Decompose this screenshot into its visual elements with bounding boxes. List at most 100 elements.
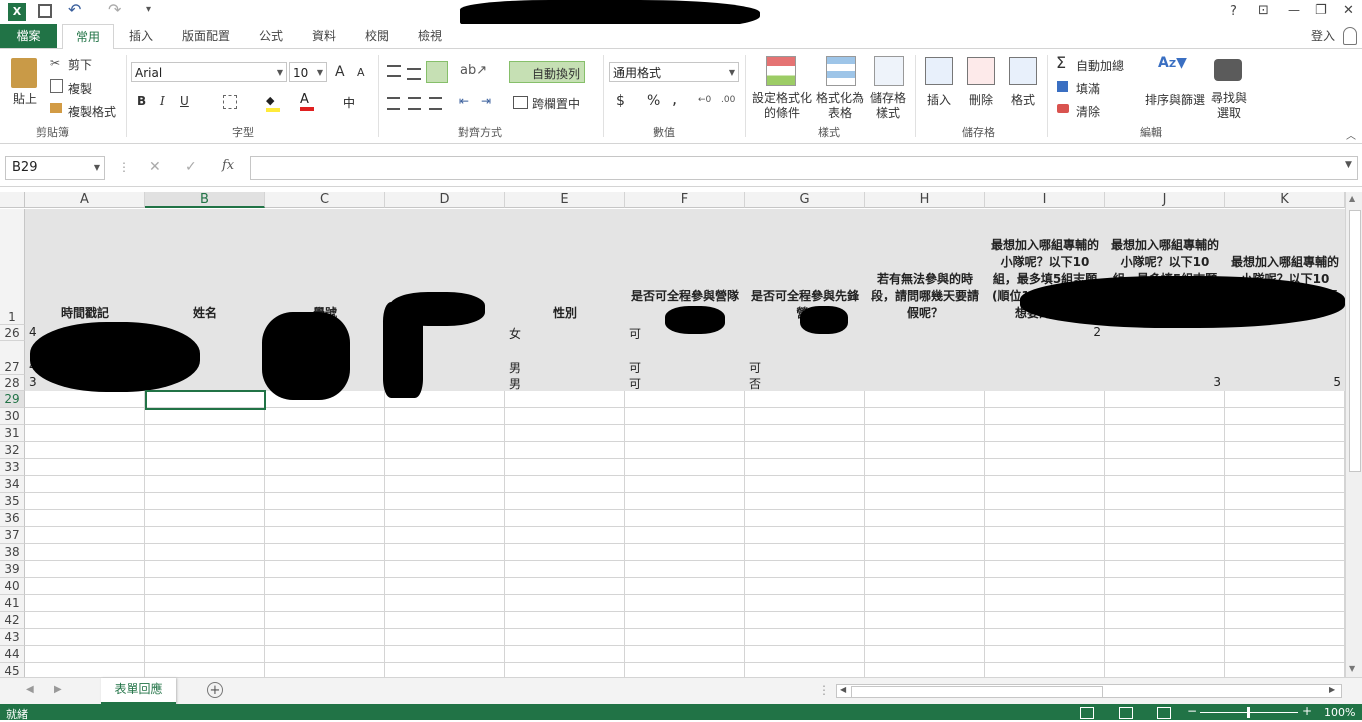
cell-e26[interactable]: 女 [509,325,521,342]
selected-cell-b29[interactable] [145,390,266,410]
cell-styles-button[interactable]: 儲存格樣式 [867,91,909,121]
header-cell-b[interactable]: 姓名 [149,305,261,322]
tab-view[interactable]: 檢視 [409,24,451,48]
tab-file[interactable]: 檔案 [0,24,57,48]
cell-e27[interactable]: 男 [509,359,521,376]
normal-view-icon[interactable] [1080,707,1094,719]
maximize-button[interactable]: ❐ [1315,3,1327,18]
clear-button[interactable]: 清除 [1076,103,1100,120]
header-cell-e[interactable]: 性別 [509,305,621,322]
cut-button[interactable]: 剪下 [68,56,92,73]
shrink-font-button[interactable]: A [357,66,365,79]
cell-j28[interactable]: 3 [1105,375,1221,389]
column-header-h[interactable]: H [865,192,985,208]
cell-a26[interactable]: 4 [29,325,37,339]
sort-filter-button[interactable]: 排序與篩選 [1145,91,1205,108]
orientation-icon[interactable]: ab↗ [460,63,487,78]
row-header-34[interactable]: 34 [0,476,25,493]
scroll-right-icon[interactable]: ▶ [1329,685,1335,694]
ribbon-display-button[interactable]: ⊡ [1258,3,1269,18]
column-header-i[interactable]: I [985,192,1105,208]
row-header-33[interactable]: 33 [0,459,25,476]
cell-k28[interactable]: 5 [1225,375,1341,389]
zoom-in-icon[interactable]: + [1302,704,1312,718]
column-header-g[interactable]: G [745,192,865,208]
font-size-dropdown[interactable]: 10 ▼ [289,62,327,82]
align-left-icon[interactable] [387,97,400,110]
tab-splitter[interactable]: ⋮ [818,683,830,697]
cell-a28[interactable]: 3 [29,375,37,389]
horizontal-scrollbar[interactable]: ◀ ▶ [836,684,1342,698]
font-color-icon[interactable]: A [300,93,314,111]
row-header-31[interactable]: 31 [0,425,25,442]
bold-button[interactable]: B [137,94,146,108]
decrease-decimal-icon[interactable]: .00 [721,95,735,105]
increase-indent-icon[interactable]: ⇥ [481,94,491,108]
redo-icon[interactable]: ↷ [108,0,121,19]
tab-page-layout[interactable]: 版面配置 [172,24,240,48]
italic-button[interactable]: I [160,94,165,108]
row-header-45[interactable]: 45 [0,663,25,677]
cell-f28[interactable]: 可 [629,375,641,392]
wrap-text-button[interactable]: 自動換列 [509,61,585,83]
paste-icon[interactable] [11,58,37,88]
percent-button[interactable]: % [647,93,660,109]
scroll-up-icon[interactable]: ▲ [1349,194,1355,203]
cell-g28[interactable]: 否 [749,375,761,392]
expand-formula-icon[interactable]: ▼ [1345,160,1352,170]
help-button[interactable]: ? [1230,4,1237,19]
currency-button[interactable]: $ [616,93,625,109]
header-cell-h[interactable]: 若有無法參與的時段，請問哪幾天要請假呢？ [869,271,981,322]
row-header-36[interactable]: 36 [0,510,25,527]
comma-button[interactable]: , [672,89,677,108]
grow-font-button[interactable]: A [335,64,345,80]
conditional-format-button[interactable]: 設定格式化的條件 [752,91,812,121]
row-header-32[interactable]: 32 [0,442,25,459]
row-header-30[interactable]: 30 [0,408,25,425]
column-header-a[interactable]: A [25,192,145,208]
zoom-level[interactable]: 100% [1324,706,1355,719]
qat-customize-icon[interactable]: ▾ [146,4,151,15]
cell-f26[interactable]: 可 [629,325,641,342]
align-top-icon[interactable] [387,65,401,77]
tab-data[interactable]: 資料 [303,24,345,48]
row-header-40[interactable]: 40 [0,578,25,595]
row-header-42[interactable]: 42 [0,612,25,629]
page-break-icon[interactable] [1157,707,1171,719]
row-header-37[interactable]: 37 [0,527,25,544]
name-box[interactable]: B29 ▼ [5,156,105,180]
align-right-icon[interactable] [429,97,442,110]
row-header-44[interactable]: 44 [0,646,25,663]
scroll-left-icon[interactable]: ◀ [840,685,846,694]
phonetic-icon[interactable]: 中 [343,94,355,111]
user-icon[interactable] [1343,27,1357,45]
find-select-button[interactable]: 尋找與選取 [1211,91,1247,121]
column-header-j[interactable]: J [1105,192,1225,208]
column-header-b[interactable]: B [145,192,265,208]
insert-cells-button[interactable]: 插入 [927,91,951,108]
format-as-table-button[interactable]: 格式化為表格 [814,91,866,121]
column-header-k[interactable]: K [1225,192,1345,208]
tab-review[interactable]: 校閱 [356,24,398,48]
tab-formulas[interactable]: 公式 [250,24,292,48]
undo-icon[interactable]: ↶ [68,0,81,19]
cell-f27[interactable]: 可 [629,359,641,376]
header-cell-a[interactable]: 時間戳記 [29,305,141,322]
insert-function-button[interactable]: fx [222,158,234,173]
collapse-ribbon-icon[interactable]: ︿ [1346,127,1356,142]
select-all-corner[interactable] [0,192,25,208]
prev-sheet-icon[interactable]: ◀ [26,684,34,695]
cell-i26[interactable]: 2 [985,325,1101,339]
add-sheet-icon[interactable]: + [207,682,223,698]
vertical-scrollbar[interactable]: ▲ ▼ [1345,192,1362,677]
worksheet-grid[interactable]: ABCDEFGHIJK 1 26 27 28 29 30 31 32 33 34 35 36 37 38 3… [0,192,1345,677]
save-icon[interactable] [38,4,52,18]
row-header-41[interactable]: 41 [0,595,25,612]
borders-icon[interactable] [223,95,237,109]
column-header-f[interactable]: F [625,192,745,208]
enter-icon[interactable]: ✓ [185,159,197,175]
decrease-indent-icon[interactable]: ⇤ [459,94,469,108]
row-header-28[interactable]: 28 [0,375,25,391]
tab-home[interactable]: 常用 [62,24,114,50]
column-header-d[interactable]: D [385,192,505,208]
